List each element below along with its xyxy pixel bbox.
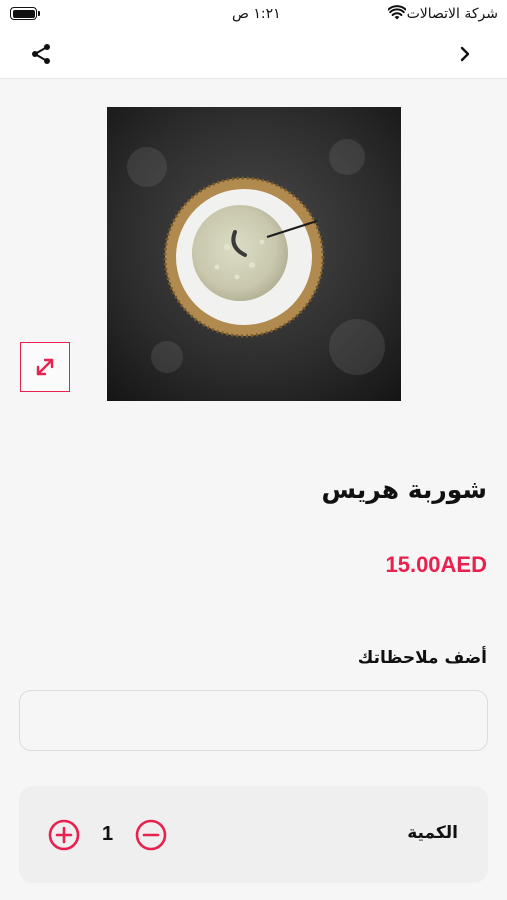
- share-button[interactable]: [26, 39, 56, 69]
- carrier-name: شركة الاتصالات: [406, 6, 498, 22]
- chevron-right-icon: [460, 46, 470, 62]
- quantity-label: الكمية: [407, 823, 458, 843]
- expand-image-button[interactable]: [20, 342, 70, 392]
- quantity-value: 1: [102, 823, 114, 845]
- back-button[interactable]: [453, 40, 477, 68]
- battery-icon: [10, 7, 40, 20]
- expand-icon: [36, 358, 54, 376]
- plus-circle-icon[interactable]: [48, 819, 80, 851]
- product-image: [107, 107, 401, 401]
- minus-circle-icon[interactable]: [135, 819, 167, 851]
- quantity-card: الكمية 1: [19, 786, 488, 883]
- nav-bar: [0, 30, 507, 79]
- status-time: ١:٢١ ص: [232, 6, 281, 22]
- notes-input[interactable]: [19, 690, 488, 751]
- product-name: شوربة هريس: [321, 475, 487, 504]
- wifi-icon: [388, 5, 406, 20]
- notes-label: أضف ملاحظاتك: [357, 648, 487, 668]
- product-price: 15.00AED: [385, 552, 487, 577]
- share-icon: [32, 44, 50, 64]
- status-bar: ١:٢١ ص شركة الاتصالات: [0, 0, 507, 30]
